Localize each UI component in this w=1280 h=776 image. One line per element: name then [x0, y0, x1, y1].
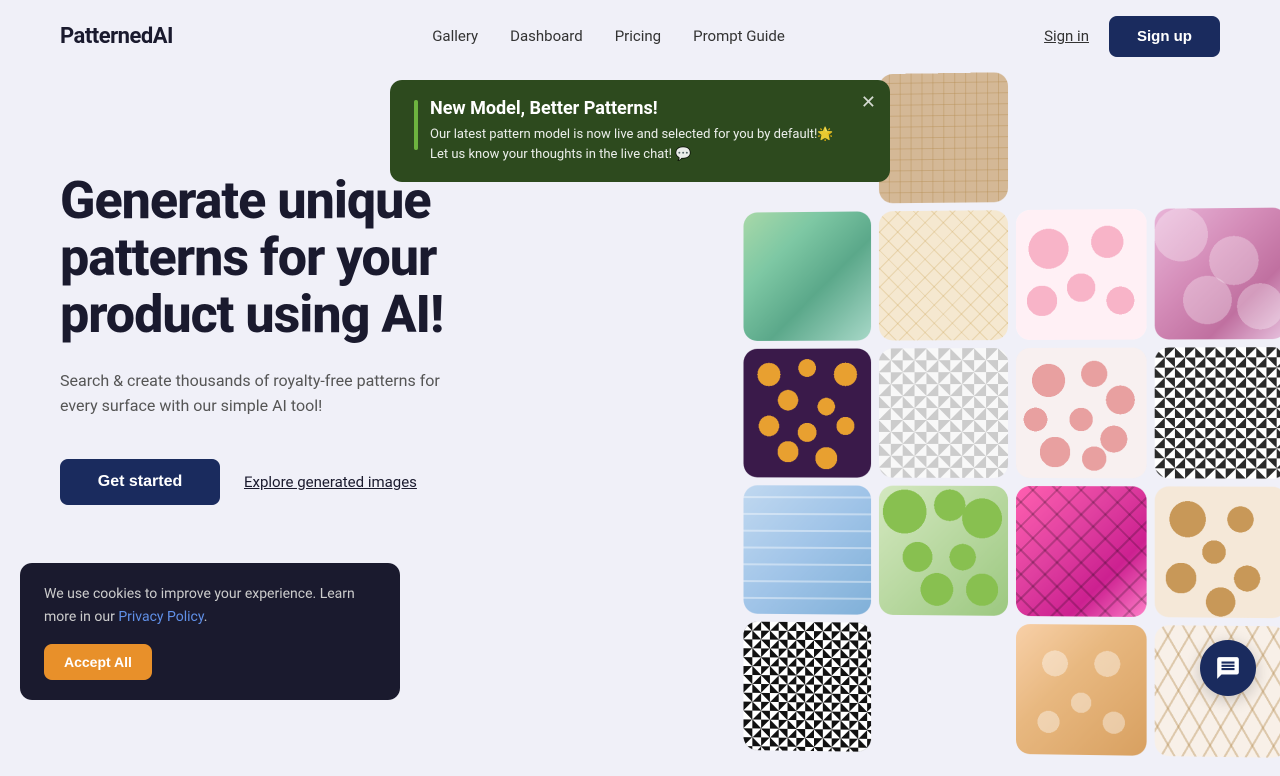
- pattern-cell-6: [879, 210, 1008, 340]
- nav-pricing[interactable]: Pricing: [615, 27, 661, 45]
- pattern-cell-4: [1155, 208, 1280, 340]
- cookie-banner: We use cookies to improve your experienc…: [20, 563, 400, 700]
- pattern-cell-5: [744, 348, 872, 477]
- notification-accent-bar: [414, 100, 418, 150]
- pattern-cell-11: [1016, 486, 1147, 617]
- chat-bubble-icon: [1215, 655, 1241, 681]
- pattern-cell-3: [1016, 209, 1147, 340]
- get-started-button[interactable]: Get started: [60, 459, 220, 505]
- nav-links: Gallery Dashboard Pricing Prompt Guide: [432, 27, 785, 45]
- pattern-cell-7: [1016, 348, 1147, 479]
- sign-up-button[interactable]: Sign up: [1109, 16, 1220, 57]
- cookie-text: We use cookies to improve your experienc…: [44, 583, 376, 628]
- notification-banner: New Model, Better Patterns! Our latest p…: [390, 80, 890, 182]
- sign-in-link[interactable]: Sign in: [1044, 27, 1089, 45]
- navbar: PatternedAI Gallery Dashboard Pricing Pr…: [0, 0, 1280, 72]
- hero-actions: Get started Explore generated images: [60, 459, 620, 505]
- pattern-cell-13: [744, 622, 872, 752]
- pattern-cell-2: [879, 72, 1008, 203]
- nav-dashboard[interactable]: Dashboard: [510, 27, 583, 45]
- notification-title: New Model, Better Patterns!: [430, 98, 834, 119]
- pattern-cell-12: [1155, 486, 1280, 618]
- nav-prompt-guide[interactable]: Prompt Guide: [693, 27, 785, 45]
- brand-logo[interactable]: PatternedAI: [60, 24, 173, 49]
- pattern-cell-8: [1155, 347, 1280, 479]
- notification-body-line2: Let us know your thoughts in the live ch…: [430, 147, 691, 162]
- explore-link[interactable]: Explore generated images: [244, 473, 417, 491]
- pattern-cell-15: [1016, 624, 1147, 756]
- cookie-text-after: .: [204, 609, 208, 625]
- notification-body-line1: Our latest pattern model is now live and…: [430, 127, 834, 142]
- notification-close-button[interactable]: ✕: [861, 92, 876, 113]
- pattern-cell-10: [879, 348, 1008, 478]
- chat-button[interactable]: [1200, 640, 1256, 696]
- hero-subtitle: Search & create thousands of royalty-fre…: [60, 368, 460, 419]
- nav-actions: Sign in Sign up: [1044, 16, 1220, 57]
- accept-all-button[interactable]: Accept All: [44, 644, 152, 680]
- nav-gallery[interactable]: Gallery: [432, 27, 478, 45]
- notification-body: Our latest pattern model is now live and…: [430, 125, 834, 164]
- privacy-policy-link[interactable]: Privacy Policy: [118, 609, 203, 625]
- pattern-cell-1: [744, 211, 872, 341]
- pattern-cell-14: [879, 486, 1008, 616]
- explore-link-text: Explore generated images: [244, 473, 417, 491]
- hero-title: Generate unique patterns for your produc…: [60, 172, 620, 344]
- notification-content: New Model, Better Patterns! Our latest p…: [430, 98, 834, 164]
- pattern-cell-9: [744, 485, 872, 615]
